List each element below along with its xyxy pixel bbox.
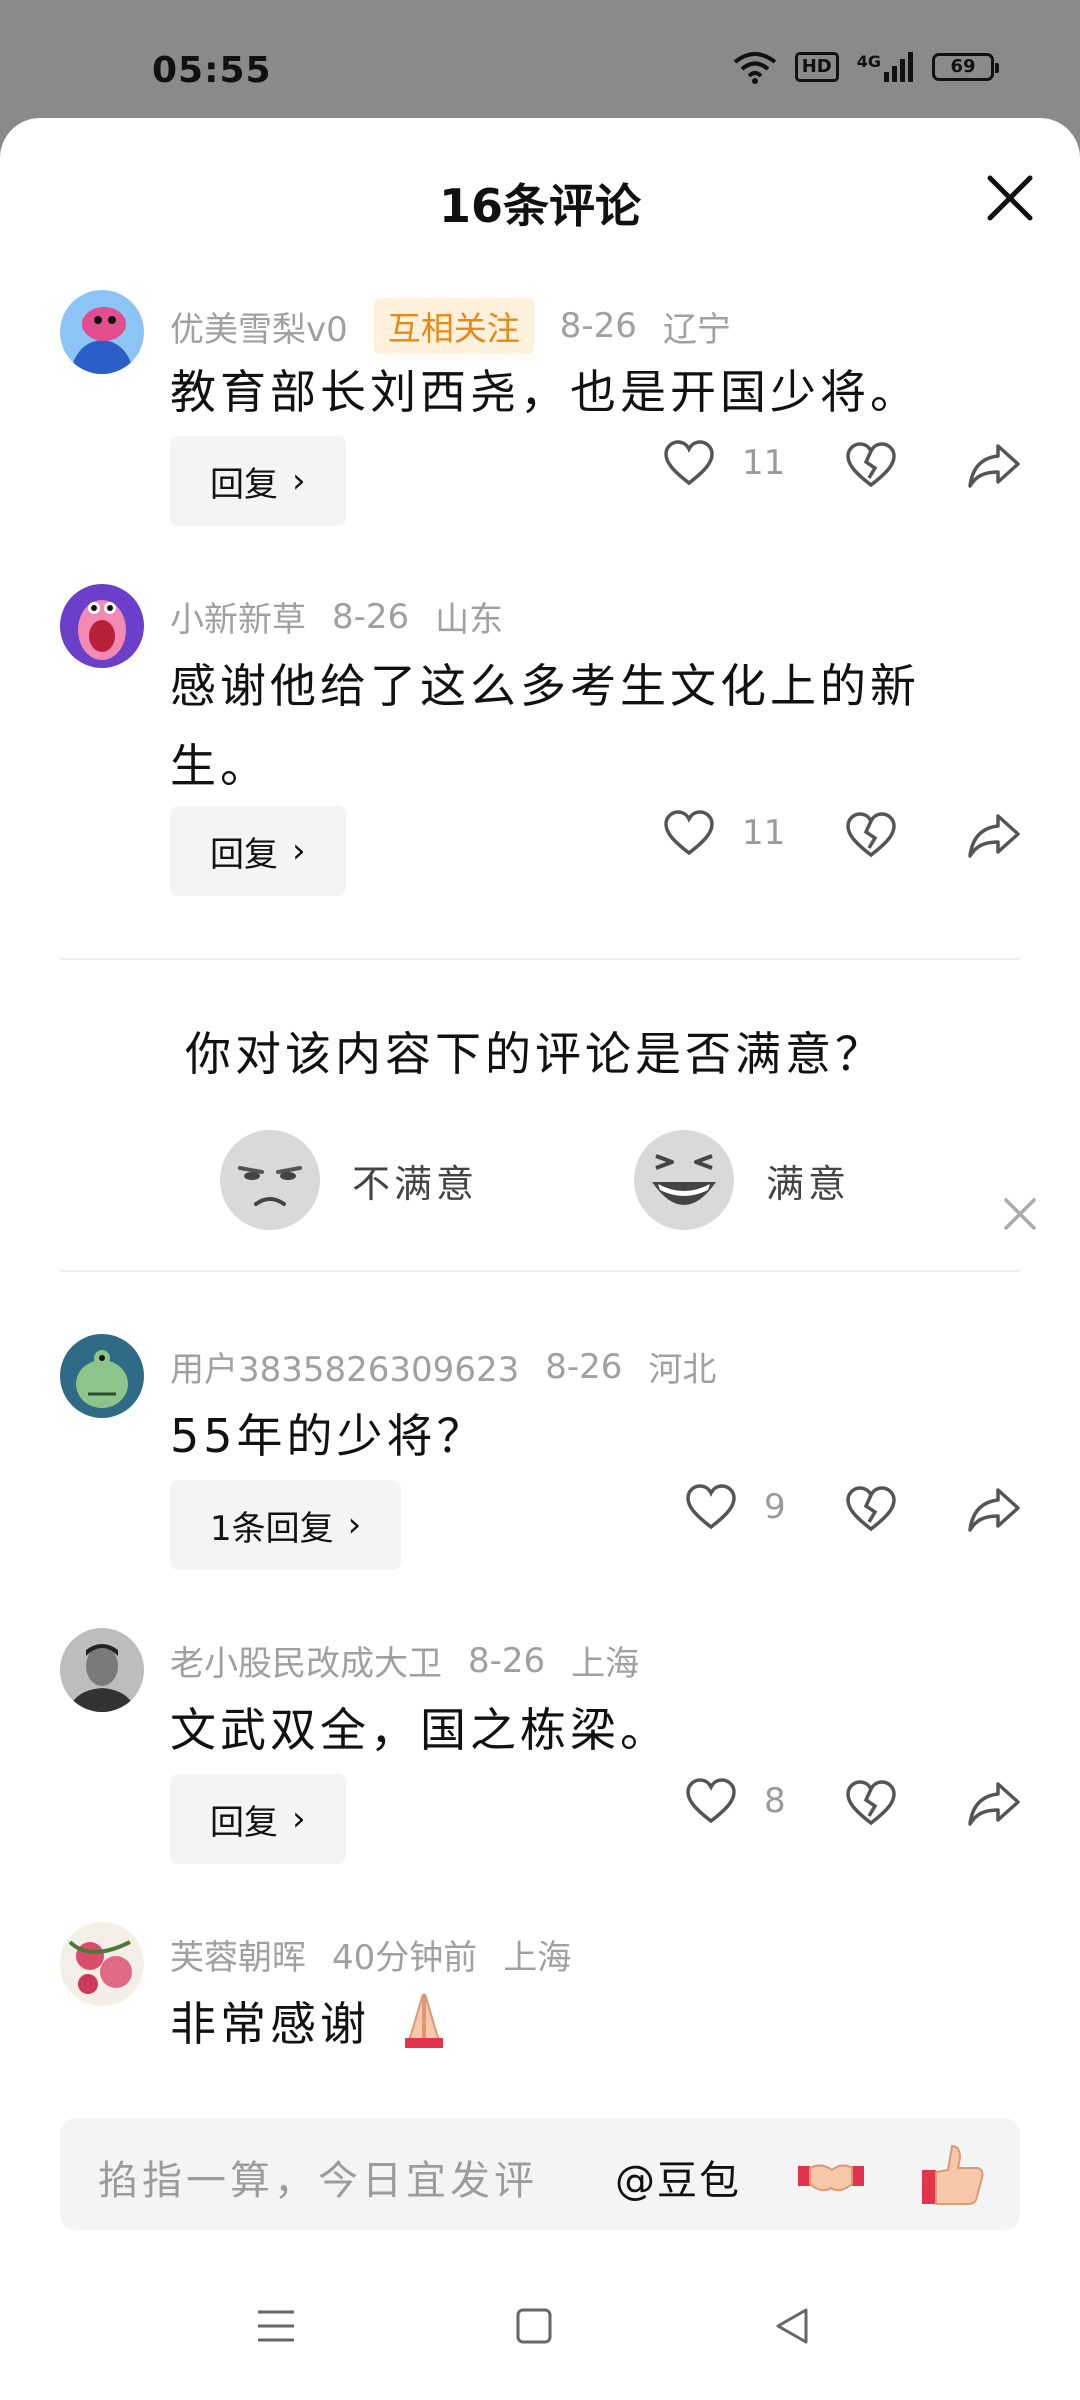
avatar[interactable] [60,290,144,374]
close-icon[interactable] [1000,1194,1040,1234]
like-count: 11 [742,813,786,853]
comment-location: 山东 [435,600,504,640]
thumbs-up-emoji[interactable] [918,2140,988,2210]
reply-label: 回复 [210,834,278,875]
comment-location: 河北 [648,1350,717,1390]
comment-composer[interactable]: 掐指一算，今日宜发评 @豆包 [60,2118,1020,2230]
comment-sheet: 16条评论 优美雪梨v0 互相关注 8-26 辽宁 教育部长刘西尧，也是开国少将… [0,118,1080,2400]
mention-doubao[interactable]: @豆包 [615,2148,741,2206]
status-bar: 05:55 HD 4G 69 [0,0,1080,118]
broken-heart-icon[interactable] [846,442,896,488]
comment-text: 非常感谢 [170,1984,1000,2064]
like-count: 11 [742,443,786,483]
username[interactable]: 老小股民改成大卫 [170,1636,442,1685]
battery-indicator: 69 [932,53,999,81]
chevron-right-icon: › [292,831,306,871]
comment-text: 教育部长刘西尧，也是开国少将。 [170,365,920,419]
home-icon[interactable] [512,2304,556,2348]
broken-heart-icon[interactable] [846,1486,896,1532]
reply-button[interactable]: 回复 › [170,806,346,896]
like-count: 9 [764,1487,786,1527]
network-type: 4G [856,52,881,71]
comment-meta: 优美雪梨v0 互相关注 8-26 辽宁 [170,298,757,354]
comment-text-content: 非常感谢 [170,1997,370,2051]
comment-date: 8-26 [545,1346,623,1387]
status-time: 05:55 [152,50,272,91]
comment-meta: 小新新草 8-26 山东 [170,592,529,641]
divider [60,1270,1020,1272]
reply-label: 1条回复 [210,1508,334,1549]
chevron-right-icon: › [292,1799,306,1839]
back-icon[interactable] [770,2304,814,2348]
comment-date: 8-26 [468,1640,546,1681]
avatar[interactable] [60,584,144,668]
sheet-header: 16条评论 [0,118,1080,278]
username[interactable]: 用户3835826309623 [170,1342,519,1391]
survey-label-unsatisfied: 不满意 [352,1161,479,1206]
avatar[interactable] [60,1334,144,1418]
cell-signal-icon: 4G [857,52,914,82]
comment-meta: 用户3835826309623 8-26 河北 [170,1342,742,1391]
username[interactable]: 小新新草 [170,592,306,641]
share-icon[interactable] [968,442,1020,488]
like-button[interactable]: 8 [686,1778,786,1824]
menu-icon[interactable] [254,2304,298,2348]
comment-input-placeholder[interactable]: 掐指一算，今日宜发评 [98,2148,538,2206]
avatar[interactable] [60,1922,144,2006]
reply-button[interactable]: 回复 › [170,1774,346,1864]
survey-question: 你对该内容下的评论是否满意？ [185,1027,885,1081]
navigation-bar [0,2258,1080,2400]
status-icons: HD 4G 69 [733,50,999,84]
comment-text: 文武双全，国之栋梁。 [170,1703,670,1757]
reply-button[interactable]: 回复 › [170,436,346,526]
avatar[interactable] [60,1628,144,1712]
comment-meta: 老小股民改成大卫 8-26 上海 [170,1636,665,1685]
comment-location: 辽宁 [662,309,731,350]
broken-heart-icon[interactable] [846,1780,896,1826]
heart-icon [686,1484,736,1530]
comment-date: 8-26 [559,306,637,346]
reply-label: 回复 [210,464,278,505]
broken-heart-icon[interactable] [846,812,896,858]
unamused-face-icon [220,1130,320,1230]
heart-icon [664,440,714,486]
comment-text: 感谢他给了这么多考生文化上的新生。 [170,659,920,793]
signal-bars-icon [884,52,913,82]
heart-icon [686,1778,736,1824]
handshake-emoji[interactable] [796,2140,866,2210]
wifi-icon [733,52,776,84]
comment-location: 上海 [503,1938,572,1978]
page-title: 16条评论 [438,179,641,233]
share-icon[interactable] [968,1486,1020,1532]
close-icon[interactable] [980,168,1040,228]
comment-meta: 芙蓉朝晖 40分钟前 上海 [170,1930,597,1979]
survey-option-satisfied[interactable]: 满意 [632,1128,850,1232]
username[interactable]: 芙蓉朝晖 [170,1930,306,1979]
heart-icon [664,810,714,856]
reply-button[interactable]: 1条回复 › [170,1480,402,1570]
comment-text: 55年的少将？ [170,1409,487,1463]
folded-hands-emoji [404,1993,443,2048]
share-icon[interactable] [968,812,1020,858]
chevron-right-icon: › [347,1505,362,1545]
like-button[interactable]: 9 [686,1484,786,1530]
chevron-right-icon: › [292,461,306,501]
like-button[interactable]: 11 [664,810,785,856]
like-button[interactable]: 11 [664,440,785,486]
like-count: 8 [764,1781,786,1821]
reply-label: 回复 [210,1802,278,1843]
mutual-follow-badge: 互相关注 [373,298,534,354]
share-icon[interactable] [968,1780,1020,1826]
satisfaction-survey: 你对该内容下的评论是否满意？ 不满意 满意 [0,958,1080,1288]
hd-badge: HD [794,52,839,82]
survey-label-satisfied: 满意 [766,1161,851,1206]
comment-date: 8-26 [332,596,410,637]
survey-option-unsatisfied[interactable]: 不满意 [218,1128,478,1232]
comment-date: 40分钟前 [332,1938,478,1978]
laughing-face-icon [634,1130,734,1230]
username[interactable]: 优美雪梨v0 [170,302,348,351]
comment-location: 上海 [571,1644,640,1684]
